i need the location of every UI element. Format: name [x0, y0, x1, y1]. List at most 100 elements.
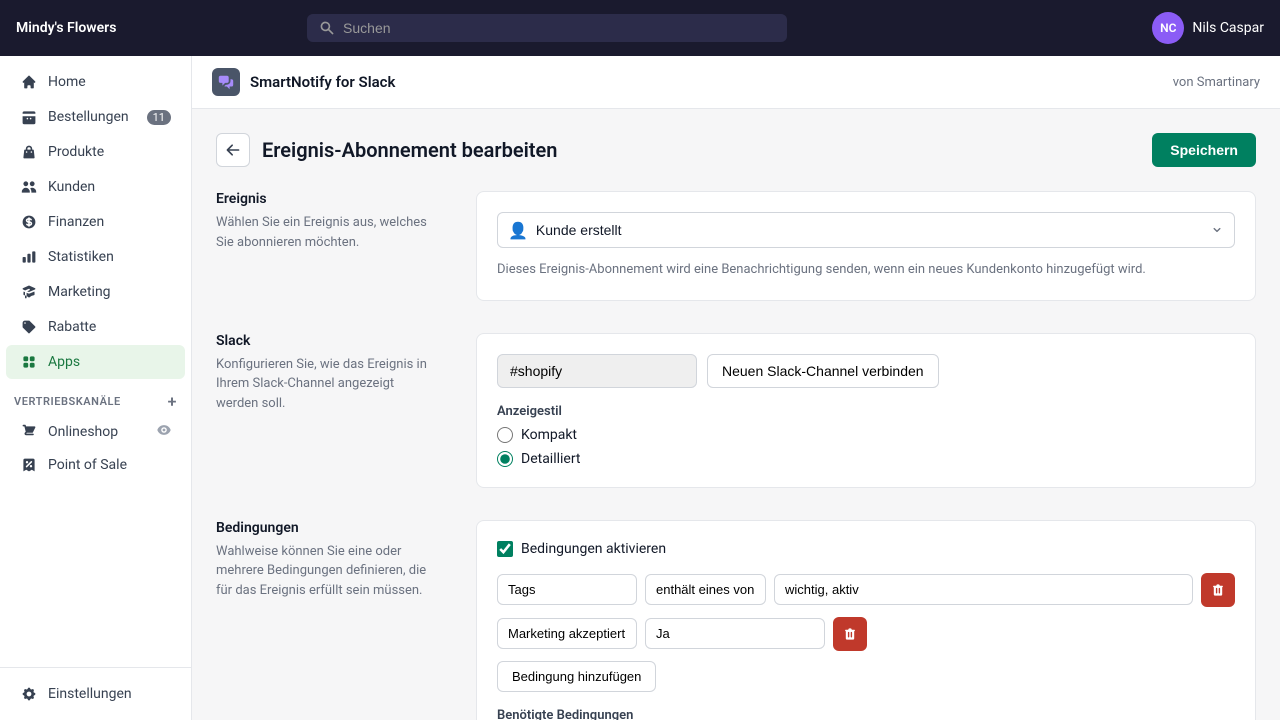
required-label: Benötigte Bedingungen	[497, 708, 1235, 720]
activate-checkbox-row: Bedingungen aktivieren	[497, 541, 1235, 557]
app-logo	[212, 68, 240, 96]
condition-row-1: Tags Marketing akzeptiert Stadt Land ent…	[497, 573, 1235, 607]
sidebar-item-home[interactable]: Home	[6, 65, 185, 99]
ereignis-info: Dieses Ereignis-Abonnement wird eine Ben…	[497, 260, 1235, 280]
app-name: SmartNotify for Slack	[250, 73, 395, 91]
condition-operator-1[interactable]: enthält eines von enthält alle von ist g…	[645, 574, 766, 605]
sidebar-item-produkte[interactable]: Produkte	[6, 135, 185, 169]
sidebar-bottom: Einstellungen	[0, 667, 191, 720]
search-input[interactable]	[343, 20, 775, 36]
bedingungen-section-right: Bedingungen aktivieren Tags Marketing ak…	[476, 520, 1256, 720]
topbar: Mindy's Flowers NC Nils Caspar	[0, 0, 1280, 56]
style-label: Anzeigestil	[497, 404, 1235, 419]
sidebar-label-marketing: Marketing	[48, 284, 111, 300]
kompakt-label[interactable]: Kompakt	[521, 427, 577, 443]
slack-section-right: #shopify #general #notifications Neuen S…	[476, 333, 1256, 488]
sidebar-label-home: Home	[48, 74, 86, 90]
event-select[interactable]: Kunde erstellt Bestellung erstellt Produ…	[536, 213, 1210, 247]
bedingungen-section-left: Bedingungen Wahlweise können Sie eine od…	[216, 520, 436, 720]
sidebar-label-rabatte: Rabatte	[48, 319, 96, 335]
condition-operator-2[interactable]: Ja Nein	[645, 618, 825, 649]
discounts-icon	[20, 318, 38, 336]
page-header-left: Ereignis-Abonnement bearbeiten	[216, 133, 557, 167]
stats-icon	[20, 248, 38, 266]
ereignis-label: Ereignis	[216, 191, 436, 207]
sidebar-item-statistiken[interactable]: Statistiken	[6, 240, 185, 274]
add-condition-button[interactable]: Bedingung hinzufügen	[497, 661, 656, 692]
ereignis-desc: Wählen Sie ein Ereignis aus, welches Sie…	[216, 213, 436, 252]
eye-icon[interactable]	[157, 423, 171, 441]
sidebar-item-pos[interactable]: Point of Sale	[6, 449, 185, 481]
condition-field-1[interactable]: Tags Marketing akzeptiert Stadt Land	[497, 574, 637, 605]
products-icon	[20, 143, 38, 161]
sidebar-label-pos: Point of Sale	[48, 457, 127, 473]
orders-icon	[20, 108, 38, 126]
brand-name: Mindy's Flowers	[16, 20, 116, 36]
sidebar-item-settings[interactable]: Einstellungen	[6, 677, 185, 711]
slack-label: Slack	[216, 333, 436, 349]
style-detailliert: Detailliert	[497, 451, 1235, 467]
settings-icon	[20, 685, 38, 703]
activate-label[interactable]: Bedingungen aktivieren	[521, 541, 666, 557]
slack-section-left: Slack Konfigurieren Sie, wie das Ereigni…	[216, 333, 436, 488]
kompakt-radio[interactable]	[497, 427, 513, 443]
sidebar-item-kunden[interactable]: Kunden	[6, 170, 185, 204]
sidebar-label-kunden: Kunden	[48, 179, 95, 195]
sidebar-item-apps[interactable]: Apps	[6, 345, 185, 379]
ereignis-section: Ereignis Wählen Sie ein Ereignis aus, we…	[216, 191, 1256, 301]
add-channel-icon[interactable]: +	[168, 392, 177, 411]
sidebar-label-finanzen: Finanzen	[48, 214, 104, 230]
chevron-down-icon	[1210, 223, 1224, 237]
sidebar-nav: Home Bestellungen 11 Produkte Kunden	[0, 56, 191, 667]
bedingungen-section: Bedingungen Wahlweise können Sie eine od…	[216, 520, 1256, 720]
style-radio-group: Kompakt Detailliert	[497, 427, 1235, 467]
condition-value-1[interactable]	[774, 574, 1193, 605]
finance-icon	[20, 213, 38, 231]
apps-icon	[20, 353, 38, 371]
sidebar-item-finanzen[interactable]: Finanzen	[6, 205, 185, 239]
customers-icon	[20, 178, 38, 196]
sidebar-item-onlineshop[interactable]: Onlineshop	[6, 416, 185, 448]
style-kompakt: Kompakt	[497, 427, 1235, 443]
sidebar-item-rabatte[interactable]: Rabatte	[6, 310, 185, 344]
home-icon	[20, 73, 38, 91]
sidebar-label-onlineshop: Onlineshop	[48, 424, 118, 440]
app-header: SmartNotify for Slack von Smartinary	[192, 56, 1280, 109]
sidebar-item-bestellungen[interactable]: Bestellungen 11	[6, 100, 185, 134]
ereignis-section-right: 👤 Kunde erstellt Bestellung erstellt Pro…	[476, 191, 1256, 301]
save-button[interactable]: Speichern	[1152, 133, 1256, 167]
channel-select-wrapper: #shopify #general #notifications	[497, 354, 697, 388]
shop-icon	[20, 423, 38, 441]
sidebar-label-apps: Apps	[48, 354, 80, 370]
main-content: SmartNotify for Slack von Smartinary Ere…	[192, 56, 1280, 720]
condition-field-2[interactable]: Tags Marketing akzeptiert Stadt Land	[497, 618, 637, 649]
sidebar: Home Bestellungen 11 Produkte Kunden	[0, 56, 192, 720]
back-button[interactable]	[216, 133, 250, 167]
delete-condition-1-button[interactable]	[1201, 573, 1235, 607]
sidebar-label-bestellungen: Bestellungen	[48, 109, 129, 125]
detailliert-radio[interactable]	[497, 451, 513, 467]
slack-channel-row: #shopify #general #notifications Neuen S…	[497, 354, 1235, 388]
sidebar-label-statistiken: Statistiken	[48, 249, 114, 265]
pos-icon	[20, 456, 38, 474]
sidebar-label-produkte: Produkte	[48, 144, 104, 160]
person-icon: 👤	[508, 221, 528, 240]
condition-row-2: Tags Marketing akzeptiert Stadt Land Ja …	[497, 617, 1235, 651]
event-select-wrapper: 👤 Kunde erstellt Bestellung erstellt Pro…	[497, 212, 1235, 248]
sidebar-label-settings: Einstellungen	[48, 686, 132, 702]
search-bar	[307, 14, 787, 42]
slack-section: Slack Konfigurieren Sie, wie das Ereigni…	[216, 333, 1256, 488]
avatar: NC	[1152, 12, 1184, 44]
connect-channel-button[interactable]: Neuen Slack-Channel verbinden	[707, 354, 939, 388]
bedingungen-label: Bedingungen	[216, 520, 436, 536]
delete-condition-2-button[interactable]	[833, 617, 867, 651]
search-icon	[319, 20, 335, 36]
user-menu: NC Nils Caspar	[1152, 12, 1264, 44]
page-header: Ereignis-Abonnement bearbeiten Speichern	[216, 133, 1256, 167]
sidebar-item-marketing[interactable]: Marketing	[6, 275, 185, 309]
channel-select[interactable]: #shopify #general #notifications	[497, 354, 697, 388]
detailliert-label[interactable]: Detailliert	[521, 451, 581, 467]
page-title: Ereignis-Abonnement bearbeiten	[262, 138, 557, 162]
activate-checkbox[interactable]	[497, 541, 513, 557]
user-name: Nils Caspar	[1192, 20, 1264, 36]
